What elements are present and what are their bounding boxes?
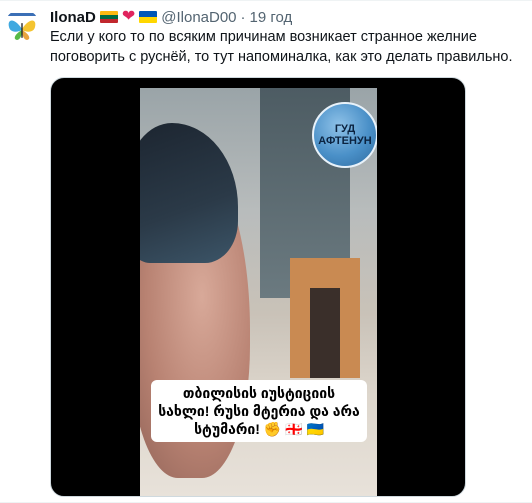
avatar[interactable] — [4, 9, 40, 45]
channel-logo: ГУД АФТЕНУН — [312, 102, 377, 168]
butterfly-icon — [8, 13, 36, 40]
heart-icon: ❤ — [121, 8, 136, 25]
video-caption: თბილისის იუსტიციის სახლი! რუსი მტერია და… — [151, 380, 367, 442]
background-door — [310, 288, 340, 378]
logo-line-1: ГУД — [334, 123, 356, 135]
tweet-text: Если у кого то по всяким причинам возник… — [50, 29, 513, 65]
flag-lithuania-icon — [99, 11, 118, 23]
header-separator: · — [240, 8, 246, 26]
author-handle[interactable]: @IlonaD00 — [161, 9, 236, 26]
author-display-name[interactable]: IlonaD — [50, 9, 96, 26]
person-hair — [140, 123, 238, 263]
tweet-card[interactable]: IlonaD ❤ @IlonaD00 · 19 год Если у кого … — [0, 0, 532, 503]
tweet-timestamp[interactable]: 19 год — [250, 9, 293, 26]
tweet-video[interactable]: ГУД АФТЕНУН თბილისის იუსტიციის სახლი! რუ… — [50, 77, 466, 497]
flag-ukraine-icon — [139, 11, 158, 23]
tweet-header: IlonaD ❤ @IlonaD00 · 19 год — [50, 7, 292, 27]
logo-line-2: АФТЕНУН — [318, 135, 372, 147]
